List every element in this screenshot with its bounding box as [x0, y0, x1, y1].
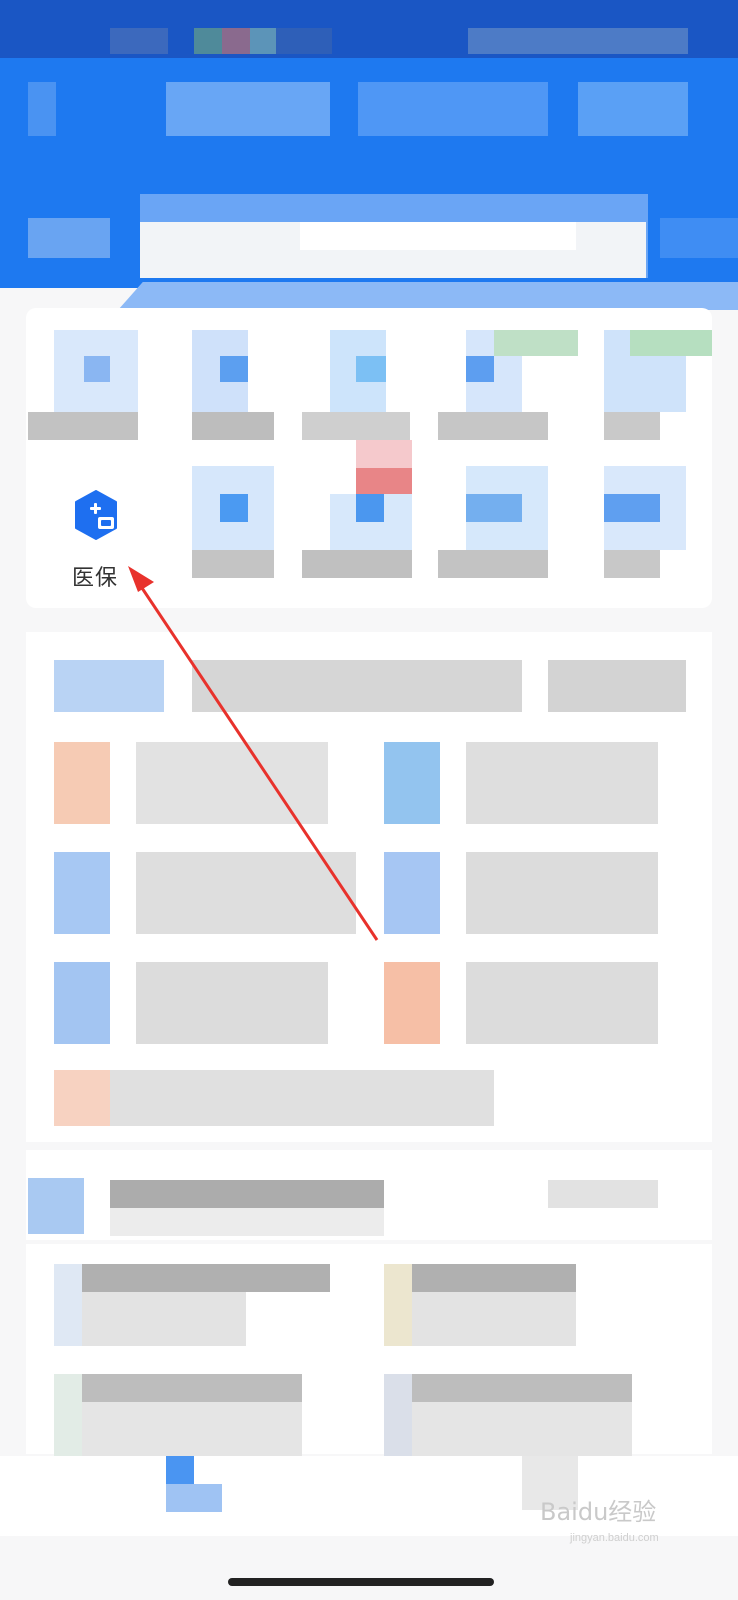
home-indicator[interactable]	[228, 1578, 494, 1586]
watermark-url: jingyan.baidu.com	[570, 1532, 659, 1544]
app-screen: 医保 Baidu经验 jingyan.baidu.com	[0, 0, 738, 1600]
annotation-arrow	[128, 566, 379, 941]
watermark-logo: Baidu经验	[540, 1498, 657, 1526]
